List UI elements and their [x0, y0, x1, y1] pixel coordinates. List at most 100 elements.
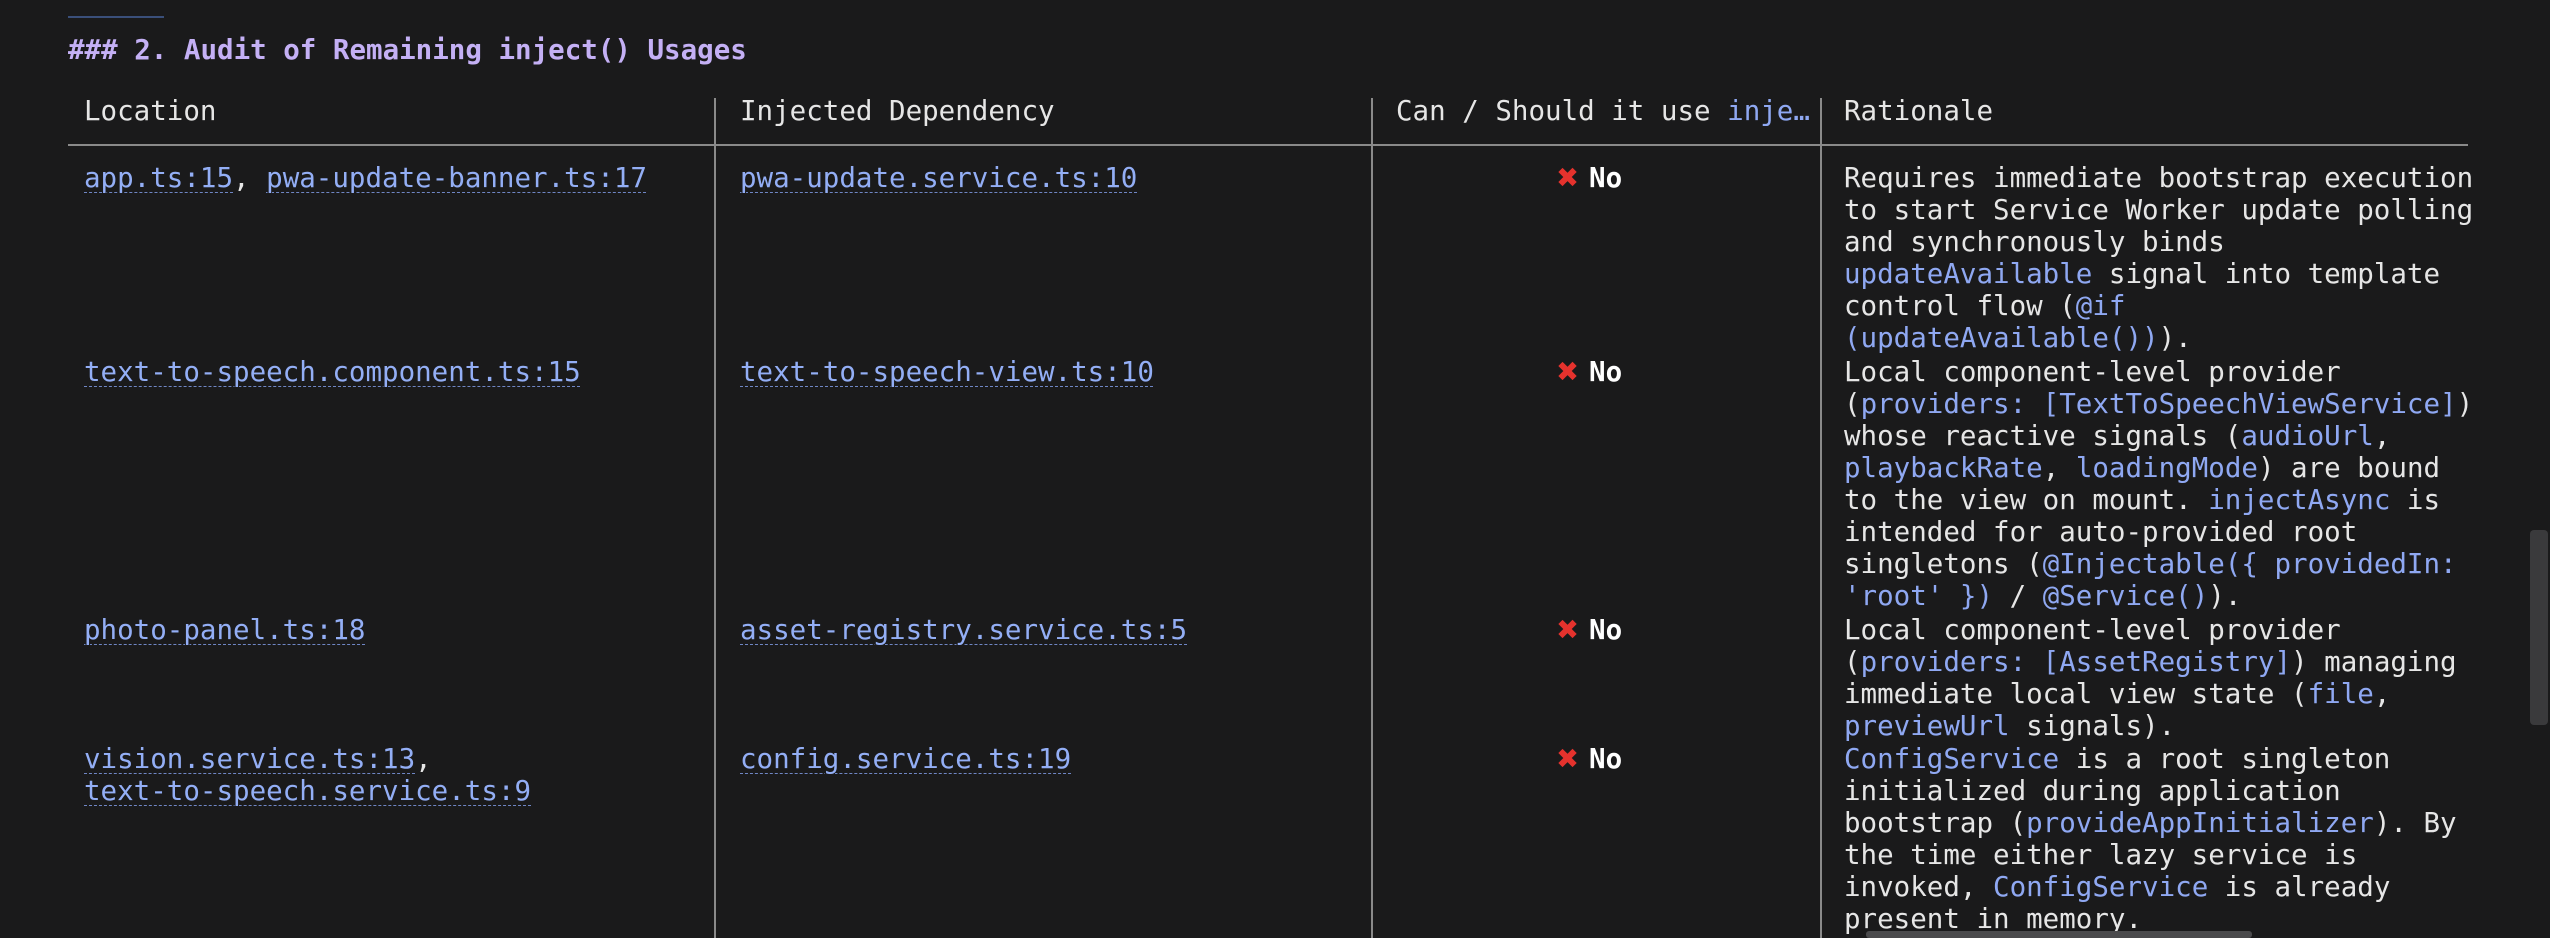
- horizontal-scroll-thumb[interactable]: [1866, 931, 2252, 938]
- rationale-line: playbackRate, loadingMode) are bound: [1844, 452, 2464, 484]
- top-divider: [68, 16, 164, 18]
- inline-code: playbackRate: [1844, 452, 2043, 484]
- rationale-text: signal into template: [2092, 258, 2441, 290]
- rationale-text: (: [1844, 646, 1861, 678]
- inline-code: loadingMode: [2075, 452, 2258, 484]
- rationale-text: is a root singleton: [2059, 743, 2391, 775]
- inline-code: @if: [2075, 290, 2126, 322]
- verdict-label: No: [1589, 162, 1623, 194]
- cell-rationale: ConfigService is a root singleton initial…: [1844, 743, 2464, 935]
- rationale-line: (providers: [TextToSpeechViewService]): [1844, 388, 2473, 420]
- file-link[interactable]: text-to-speech.service.ts:9: [84, 775, 531, 807]
- verdict-label: No: [1589, 743, 1623, 775]
- rationale-text: ) are bound: [2257, 452, 2441, 484]
- vertical-scroll-thumb[interactable]: [2530, 530, 2548, 725]
- cell-verdict: ✖ No: [1556, 743, 1622, 775]
- rationale-text: control flow (: [1844, 290, 2076, 322]
- dependency-link[interactable]: asset-registry.service.ts:5: [740, 614, 1187, 646]
- rationale-line: the time either lazy service is: [1844, 839, 2464, 871]
- rationale-line: control flow (@if: [1844, 290, 2464, 322]
- cell-dependency: pwa-update.service.ts:10: [740, 162, 1137, 194]
- cell-rationale: Requires immediate bootstrap execution to…: [1844, 162, 2473, 354]
- cell-location: photo-panel.ts:18: [84, 614, 365, 646]
- rationale-text: ,: [2373, 678, 2391, 710]
- cell-dependency: text-to-speech-view.ts:10: [740, 356, 1154, 388]
- dependency-link[interactable]: text-to-speech-view.ts:10: [740, 356, 1154, 388]
- inline-code: (updateAvailable()): [1844, 322, 2159, 354]
- rationale-line: immediate local view state (file,: [1844, 678, 2464, 710]
- rationale-text: is: [2390, 484, 2441, 516]
- rationale-text: /: [1993, 580, 2043, 612]
- audit-table: Location Injected Dependency Can / Shoul…: [68, 90, 2473, 938]
- heading-code: inject(): [498, 34, 631, 66]
- header-can-use-label: Can / Should it use: [1396, 95, 1728, 127]
- header-rationale: Rationale: [1844, 95, 1994, 127]
- header-location: Location: [84, 95, 217, 127]
- rationale-line: (providers: [AssetRegistry]) managing: [1844, 646, 2464, 678]
- rationale-text: to the view on mount.: [1844, 484, 2209, 516]
- rationale-line: initialized during application: [1844, 775, 2464, 807]
- heading-prefix: ### 2. Audit of Remaining: [68, 34, 499, 66]
- header-divider: [68, 144, 2468, 146]
- inline-code: @Injectable({ providedIn:: [2042, 548, 2457, 580]
- rationale-text: (: [1844, 388, 1861, 420]
- rationale-line: invoked, ConfigService is already: [1844, 871, 2464, 903]
- header-dependency: Injected Dependency: [740, 95, 1055, 127]
- rationale-text: whose reactive signals (: [1844, 420, 2242, 452]
- rationale-text: Local component-level provider: [1844, 356, 2341, 388]
- rationale-text: ): [2456, 388, 2474, 420]
- x-mark-icon: ✖: [1556, 356, 1580, 388]
- cell-location: text-to-speech.component.ts:15: [84, 356, 581, 388]
- rationale-line: 'root' }) / @Service()).: [1844, 580, 2464, 612]
- column-divider: [1371, 98, 1373, 938]
- rationale-line: bootstrap (provideAppInitializer). By: [1844, 807, 2464, 839]
- file-link[interactable]: text-to-speech.component.ts:15: [84, 356, 581, 388]
- rationale-text: and synchronously binds: [1844, 226, 2225, 258]
- rationale-text: Requires immediate bootstrap execution: [1844, 162, 2474, 194]
- rationale-line: previewUrl signals).: [1844, 710, 2464, 742]
- header-can-use: Can / Should it use inje…: [1396, 95, 1810, 127]
- inline-code: providers: [AssetRegistry]: [1860, 646, 2292, 678]
- heading-suffix: Usages: [630, 34, 747, 66]
- verdict-label: No: [1589, 356, 1623, 388]
- rationale-line: updateAvailable signal into template: [1844, 258, 2464, 290]
- location-text: ,: [415, 743, 432, 775]
- inline-code: updateAvailable: [1844, 258, 2093, 290]
- cell-location: vision.service.ts:13, text-to-speech.serv…: [84, 743, 531, 807]
- file-link[interactable]: photo-panel.ts:18: [84, 614, 365, 646]
- file-link[interactable]: vision.service.ts:13: [84, 743, 415, 775]
- column-divider: [714, 98, 716, 938]
- rationale-line: Requires immediate bootstrap execution: [1844, 162, 2473, 194]
- rationale-line: Local component-level provider: [1844, 356, 2464, 388]
- file-link[interactable]: app.ts:15: [84, 162, 233, 194]
- cell-dependency: asset-registry.service.ts:5: [740, 614, 1187, 646]
- rationale-text: ,: [2042, 452, 2076, 484]
- dependency-link[interactable]: pwa-update.service.ts:10: [740, 162, 1137, 194]
- inline-code: previewUrl: [1844, 710, 2010, 742]
- inline-code: ConfigService: [1844, 743, 2060, 775]
- inline-code: provideAppInitializer: [2026, 807, 2374, 839]
- vertical-scrollbar[interactable]: [2528, 0, 2550, 938]
- cell-verdict: ✖ No: [1556, 356, 1622, 388]
- rationale-text: ).: [2208, 580, 2242, 612]
- cell-verdict: ✖ No: [1556, 614, 1622, 646]
- file-link[interactable]: pwa-update-banner.ts:17: [266, 162, 647, 194]
- inline-code: ConfigService: [1993, 871, 2209, 903]
- rationale-text: intended for auto-provided root: [1844, 516, 2358, 548]
- rationale-text: ,: [2373, 420, 2391, 452]
- inline-code: audioUrl: [2241, 420, 2374, 452]
- rationale-text: is already: [2208, 871, 2391, 903]
- rationale-line: and synchronously binds: [1844, 226, 2464, 258]
- cell-location: app.ts:15, pwa-update-banner.ts:17: [84, 162, 647, 194]
- rationale-line: intended for auto-provided root: [1844, 516, 2464, 548]
- x-mark-icon: ✖: [1556, 162, 1580, 194]
- rationale-line: singletons (@Injectable({ providedIn:: [1844, 548, 2464, 580]
- cell-rationale: Local component-level provider (providers…: [1844, 614, 2464, 742]
- rationale-text: Local component-level provider: [1844, 614, 2341, 646]
- location-text: ,: [233, 162, 267, 194]
- dependency-link[interactable]: config.service.ts:19: [740, 743, 1071, 775]
- inline-code: injectAsync: [2208, 484, 2391, 516]
- rationale-line: to the view on mount. injectAsync is: [1844, 484, 2464, 516]
- rationale-text: ).: [2158, 322, 2192, 354]
- rationale-line: to start Service Worker update polling: [1844, 194, 2473, 226]
